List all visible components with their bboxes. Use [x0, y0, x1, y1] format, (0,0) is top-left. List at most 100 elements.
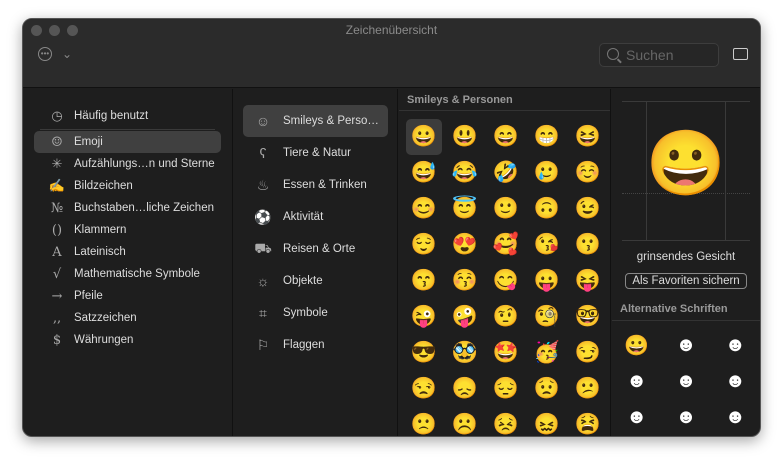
emoji-cell[interactable]: ☹️	[447, 407, 483, 436]
emoji-cell[interactable]: 😣	[488, 407, 524, 436]
emoji-cell[interactable]: 😏	[570, 335, 606, 371]
emoji-cell[interactable]: 😗	[570, 227, 606, 263]
alternative-glyph[interactable]: ☻	[711, 435, 760, 436]
emoji-cell[interactable]: 🤩	[488, 335, 524, 371]
soccer-ball-icon: ⚽	[254, 208, 272, 225]
sidebar-item[interactable]: A Lateinisch	[34, 241, 221, 263]
emoji-cell[interactable]: 🤓	[570, 299, 606, 335]
emoji-cell[interactable]: 😖	[529, 407, 565, 436]
sidebar-item[interactable]: $ Währungen	[34, 329, 221, 351]
detail-panel: 😀 grinsendes Gesicht Als Favoriten siche…	[612, 89, 760, 436]
emoji-cell[interactable]: ☺️	[570, 155, 606, 191]
emoji-cell[interactable]: 😫	[570, 407, 606, 436]
emoji-cell[interactable]: 😔	[488, 371, 524, 407]
sidebar-item[interactable]: → Pfeile	[34, 285, 221, 307]
emoji-cell[interactable]: 😍	[447, 227, 483, 263]
emoji-cell[interactable]: 🥲	[529, 155, 565, 191]
sidebar-item[interactable]: ✳ Aufzählungs…n und Sterne	[34, 153, 221, 175]
emoji-cell[interactable]: 😋	[488, 263, 524, 299]
emoji-cell[interactable]: 🙂	[488, 191, 524, 227]
emoji-cell[interactable]: 🥳	[529, 335, 565, 371]
alternative-glyph[interactable]: ☻	[612, 363, 661, 399]
clock-icon: ◷	[51, 108, 63, 124]
emoji-cell[interactable]: 😄	[488, 119, 524, 155]
emoji-cell[interactable]: 😁	[529, 119, 565, 155]
category-item[interactable]: ⛟ Reisen & Orte	[243, 233, 388, 265]
emoji-cell[interactable]: 😉	[570, 191, 606, 227]
emoji-cell[interactable]: 😙	[406, 263, 442, 299]
category-item[interactable]: ☼ Objekte	[243, 265, 388, 297]
emoji-cell[interactable]: 😆	[570, 119, 606, 155]
emoji-cell[interactable]: 😒	[406, 371, 442, 407]
alternative-glyph[interactable]: ☻	[661, 327, 710, 363]
smiley-icon: ☺	[51, 134, 63, 150]
emoji-cell[interactable]: 😘	[529, 227, 565, 263]
emoji-cell[interactable]: 😊	[406, 191, 442, 227]
sidebar-item[interactable]: ✍ Bildzeichen	[34, 175, 221, 197]
emoji-cell[interactable]: 🙃	[529, 191, 565, 227]
emoji-cell[interactable]: 😎	[406, 335, 442, 371]
emoji-cell[interactable]: 🥸	[447, 335, 483, 371]
section-header: Smileys & Personen	[399, 89, 610, 111]
emoji-cell[interactable]: 😌	[406, 227, 442, 263]
window-title: Zeichenübersicht	[345, 23, 438, 37]
sidebar-item[interactable]: √ Mathematische Symbole	[34, 263, 221, 285]
emoji-cell[interactable]: 🧐	[529, 299, 565, 335]
emoji-cell[interactable]: 😜	[406, 299, 442, 335]
toolbar: Zeichenübersicht ••• ⌄ Suchen	[23, 19, 760, 88]
sidebar-item[interactable]: № Buchstaben…liche Zeichen	[34, 197, 221, 219]
search-icon	[607, 48, 619, 60]
emoji-cell[interactable]: 🙁	[406, 407, 442, 436]
lightbulb-icon: ☼	[256, 273, 270, 289]
category-item[interactable]: ⚐ Flaggen	[243, 329, 388, 361]
latin-a-icon: A	[52, 244, 62, 260]
emoji-cell[interactable]: 😂	[447, 155, 483, 191]
emoji-cell[interactable]: 😝	[570, 263, 606, 299]
symbols-icon: ⌗	[259, 304, 267, 321]
emoji-cell[interactable]: 😇	[447, 191, 483, 227]
emoji-cell[interactable]: 😚	[447, 263, 483, 299]
emoji-cell[interactable]: 😀	[406, 119, 442, 155]
character-name: grinsendes Gesicht	[636, 251, 736, 263]
alternative-glyph[interactable]: ☻	[612, 435, 661, 436]
alternative-glyph[interactable]: ☻	[661, 435, 710, 436]
add-to-favorites-button[interactable]: Als Favoriten sichern	[625, 273, 747, 289]
alternative-glyph[interactable]: ☻	[661, 399, 710, 435]
category-item[interactable]: ♨ Essen & Trinken	[243, 169, 388, 201]
character-viewer-window: Zeichenübersicht ••• ⌄ Suchen ◷ Häufig ben…	[22, 18, 761, 437]
search-input[interactable]: Suchen	[599, 43, 719, 67]
alternative-glyph[interactable]: ☻	[711, 399, 760, 435]
emoji-cell[interactable]: 😃	[447, 119, 483, 155]
sidebar-item[interactable]: ◷ Häufig benutzt	[34, 105, 221, 127]
flag-icon: ⚐	[256, 336, 270, 353]
emoji-cell[interactable]: 😟	[529, 371, 565, 407]
category-item[interactable]: ⚽ Aktivität	[243, 201, 388, 233]
food-icon: ♨	[256, 176, 270, 193]
more-menu-button[interactable]: ••• ⌄	[38, 47, 72, 61]
alternative-glyph[interactable]: ☻	[711, 327, 760, 363]
category-item[interactable]: ☺ Smileys & Perso…	[243, 105, 388, 137]
alternative-glyph[interactable]: ☻	[612, 399, 661, 435]
emoji-cell[interactable]: 🥰	[488, 227, 524, 263]
emoji-cell[interactable]: 🤪	[447, 299, 483, 335]
alternative-glyph[interactable]: 😀	[612, 327, 661, 363]
emoji-cell[interactable]: 🤨	[488, 299, 524, 335]
emoji-cell[interactable]: 😅	[406, 155, 442, 191]
dollar-icon: $	[52, 332, 62, 348]
emoji-panel: Smileys & Personen 😀 😃 😄 😁 😆 😅 😂 🤣 🥲 ☺️ 😊 😇 🙂 🙃 😉 😌 😍 🥰 😘 😗…	[399, 89, 611, 436]
sidebar-item[interactable]: ‚, Satzzeichen	[34, 307, 221, 329]
asterisk-icon: ✳	[51, 156, 63, 172]
category-item[interactable]: ʕ Tiere & Natur	[243, 137, 388, 169]
emoji-cell[interactable]: 😞	[447, 371, 483, 407]
category-item[interactable]: ⌗ Symbole	[243, 297, 388, 329]
emoji-cell[interactable]: 🤣	[488, 155, 524, 191]
emoji-cell[interactable]: 😛	[529, 263, 565, 299]
category-list: ☺ Smileys & Perso… ʕ Tiere & Natur ♨ Essen & …	[234, 89, 398, 436]
keyboard-viewer-icon[interactable]	[733, 48, 748, 60]
divider	[40, 129, 215, 130]
emoji-cell[interactable]: 😕	[570, 371, 606, 407]
alternative-glyph[interactable]: ☻	[661, 363, 710, 399]
alternative-glyph[interactable]: ☻	[711, 363, 760, 399]
sidebar-item[interactable]: () Klammern	[34, 219, 221, 241]
sidebar-item[interactable]: ☺ Emoji	[34, 131, 221, 153]
